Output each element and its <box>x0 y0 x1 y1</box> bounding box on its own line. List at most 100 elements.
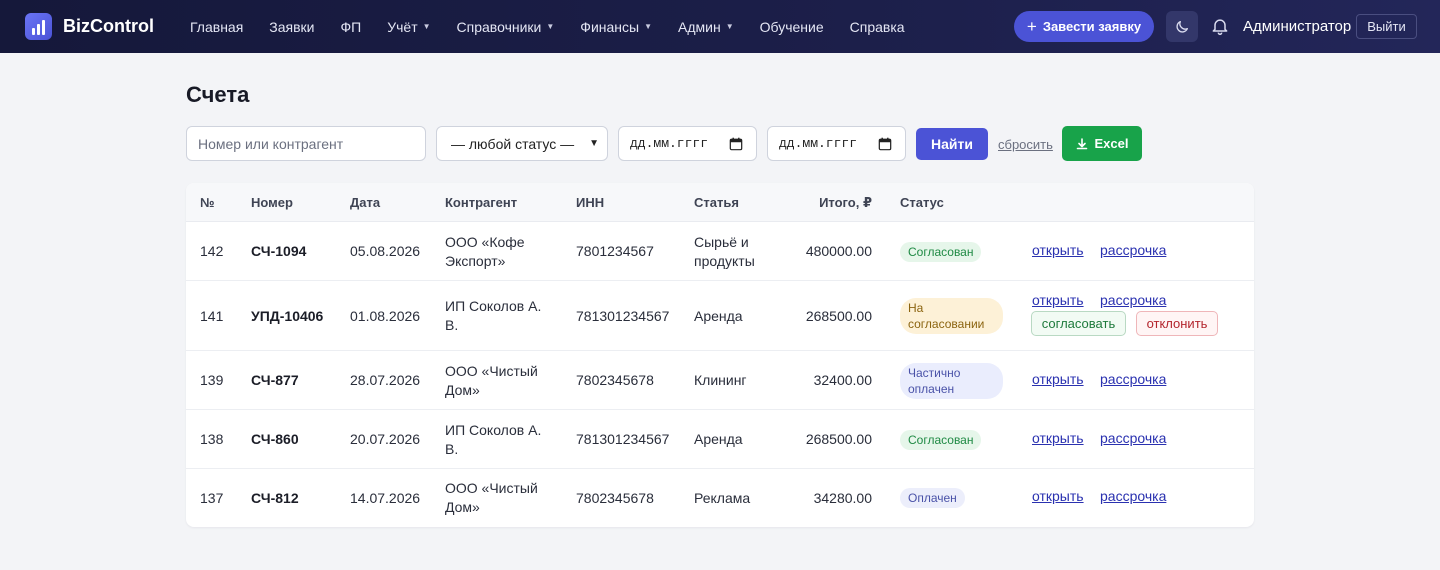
caret-down-icon: ▼ <box>546 22 555 31</box>
open-link[interactable]: открыть <box>1032 292 1084 308</box>
cell-id: 139 <box>200 372 224 388</box>
cell-total: 480000.00 <box>805 243 872 259</box>
cell-article: Аренда <box>694 431 743 447</box>
col-article: Статья <box>694 195 739 210</box>
top-navbar: BizControl Главная Заявки ФП Учёт ▼ Справочни… <box>0 0 1440 53</box>
bell-icon[interactable] <box>1210 16 1230 36</box>
status-badge: На согласовании <box>900 298 1003 334</box>
cell-counterparty: ИП Соколов А. В. <box>445 421 542 457</box>
cell-date: 20.07.2026 <box>350 431 421 447</box>
nav-item[interactable]: ФП <box>341 19 362 35</box>
nav-item[interactable]: Финансы ▼ <box>580 19 652 35</box>
main-menu: Главная Заявки ФП Учёт ▼ Справочники ▼ Финансы ▼… <box>190 0 931 53</box>
find-button[interactable]: Найти <box>916 128 988 160</box>
installment-link[interactable]: рассрочка <box>1100 292 1166 308</box>
nav-item-label: Админ <box>678 18 721 35</box>
new-request-label: Завести заявку <box>1042 19 1142 34</box>
installment-link[interactable]: рассрочка <box>1100 242 1166 258</box>
moon-icon <box>1176 20 1188 33</box>
nav-item-label: Учёт <box>387 18 418 35</box>
theme-toggle-button[interactable] <box>1166 11 1198 42</box>
nav-item-label: Обучение <box>759 18 824 35</box>
cell-total: 268500.00 <box>805 307 872 324</box>
cell-number: СЧ-877 <box>251 372 299 388</box>
nav-item-label: Справка <box>849 18 905 35</box>
chevron-down-icon: ▼ <box>589 138 599 149</box>
open-link[interactable]: открыть <box>1032 371 1084 387</box>
table-row: 137 СЧ-812 14.07.2026 ООО «Чистый Дом» 780234… <box>186 469 1254 527</box>
cell-counterparty: ООО «Кофе Экспорт» <box>445 233 525 269</box>
cell-inn: 7802345678 <box>576 372 654 388</box>
excel-label: Excel <box>1094 136 1129 151</box>
nav-item[interactable]: Учёт ▼ <box>387 19 430 35</box>
calendar-icon[interactable] <box>878 137 892 151</box>
cell-number: УПД-10406 <box>251 307 324 324</box>
table-row: 141 УПД-10406 01.08.2026 ИП Соколов А. В. 781… <box>186 281 1254 351</box>
reject-button[interactable]: отклонить <box>1136 311 1218 336</box>
installment-link[interactable]: рассрочка <box>1100 488 1166 504</box>
col-number: Номер <box>251 195 293 210</box>
status-badge: Согласован <box>900 241 982 262</box>
status-select[interactable]: — любой статус — ▼ <box>436 126 608 161</box>
date-from-placeholder: дд.мм.гггг <box>630 136 709 151</box>
status-badge: Частично оплачен <box>900 362 1003 399</box>
status-badge: Оплачен <box>900 488 965 508</box>
installment-link[interactable]: рассрочка <box>1100 430 1166 446</box>
search-input[interactable]: Номер или контрагент <box>186 126 426 161</box>
nav-item-label: Заявки <box>269 18 315 35</box>
cell-inn: 7802345678 <box>576 489 654 506</box>
cell-counterparty: ООО «Чистый Дом» <box>445 362 538 398</box>
cell-total: 34280.00 <box>813 489 872 506</box>
date-from-input[interactable]: дд.мм.гггг <box>618 126 757 161</box>
table-row: 142 СЧ-1094 05.08.2026 ООО «Кофе Экспорт» 780… <box>186 222 1254 281</box>
table-row: 139 СЧ-877 28.07.2026 ООО «Чистый Дом» 780234… <box>186 351 1254 410</box>
caret-down-icon: ▼ <box>644 22 652 31</box>
status-select-value: — любой статус — <box>451 135 575 152</box>
cell-id: 137 <box>200 489 224 506</box>
logout-button[interactable]: Выйти <box>1356 14 1417 39</box>
nav-item[interactable]: Справка <box>850 19 905 35</box>
cell-date: 14.07.2026 <box>350 489 421 506</box>
nav-item-label: Финансы <box>580 18 640 35</box>
col-id: № <box>200 195 215 210</box>
open-link[interactable]: открыть <box>1032 242 1084 258</box>
nav-item[interactable]: Справочники ▼ <box>457 19 555 35</box>
brand[interactable]: BizControl <box>25 13 154 40</box>
cell-inn: 781301234567 <box>576 307 670 324</box>
user-name[interactable]: Администратор <box>1243 18 1351 35</box>
nav-item[interactable]: Обучение <box>760 19 824 35</box>
installment-link[interactable]: рассрочка <box>1100 371 1166 387</box>
brand-name: BizControl <box>63 16 154 36</box>
cell-date: 01.08.2026 <box>350 307 421 324</box>
table-header: № Номер Дата Контрагент ИНН Статья Итого… <box>186 183 1254 222</box>
nav-item[interactable]: Главная <box>190 19 243 35</box>
reset-link[interactable]: сбросить <box>998 137 1053 152</box>
cell-article: Клининг <box>694 372 747 388</box>
excel-export-button[interactable]: Excel <box>1062 126 1142 161</box>
open-link[interactable]: открыть <box>1032 488 1084 504</box>
cell-counterparty: ИП Соколов А. В. <box>445 298 542 333</box>
table-row: 138 СЧ-860 20.07.2026 ИП Соколов А. В. 781301… <box>186 410 1254 469</box>
nav-item-label: ФП <box>340 18 362 35</box>
col-date: Дата <box>350 195 381 210</box>
col-status: Статус <box>900 195 944 210</box>
nav-item-label: Справочники <box>456 18 542 35</box>
cell-number: СЧ-860 <box>251 431 299 447</box>
cell-article: Аренда <box>694 307 743 324</box>
cell-id: 141 <box>200 307 224 324</box>
approve-button[interactable]: согласовать <box>1031 311 1126 336</box>
cell-id: 138 <box>200 431 224 447</box>
nav-item[interactable]: Заявки <box>269 19 314 35</box>
col-inn: ИНН <box>576 195 605 210</box>
cell-number: СЧ-1094 <box>251 243 307 259</box>
date-to-input[interactable]: дд.мм.гггг <box>767 126 906 161</box>
cell-inn: 781301234567 <box>576 431 670 447</box>
cell-article: Сырьё и продукты <box>694 233 755 269</box>
open-link[interactable]: открыть <box>1032 430 1084 446</box>
new-request-button[interactable]: + Завести заявку <box>1014 11 1154 42</box>
plus-icon: + <box>1026 16 1037 36</box>
status-badge: Согласован <box>900 429 982 450</box>
nav-item[interactable]: Админ ▼ <box>678 19 734 35</box>
calendar-icon[interactable] <box>729 137 743 151</box>
cell-number: СЧ-812 <box>251 489 299 506</box>
